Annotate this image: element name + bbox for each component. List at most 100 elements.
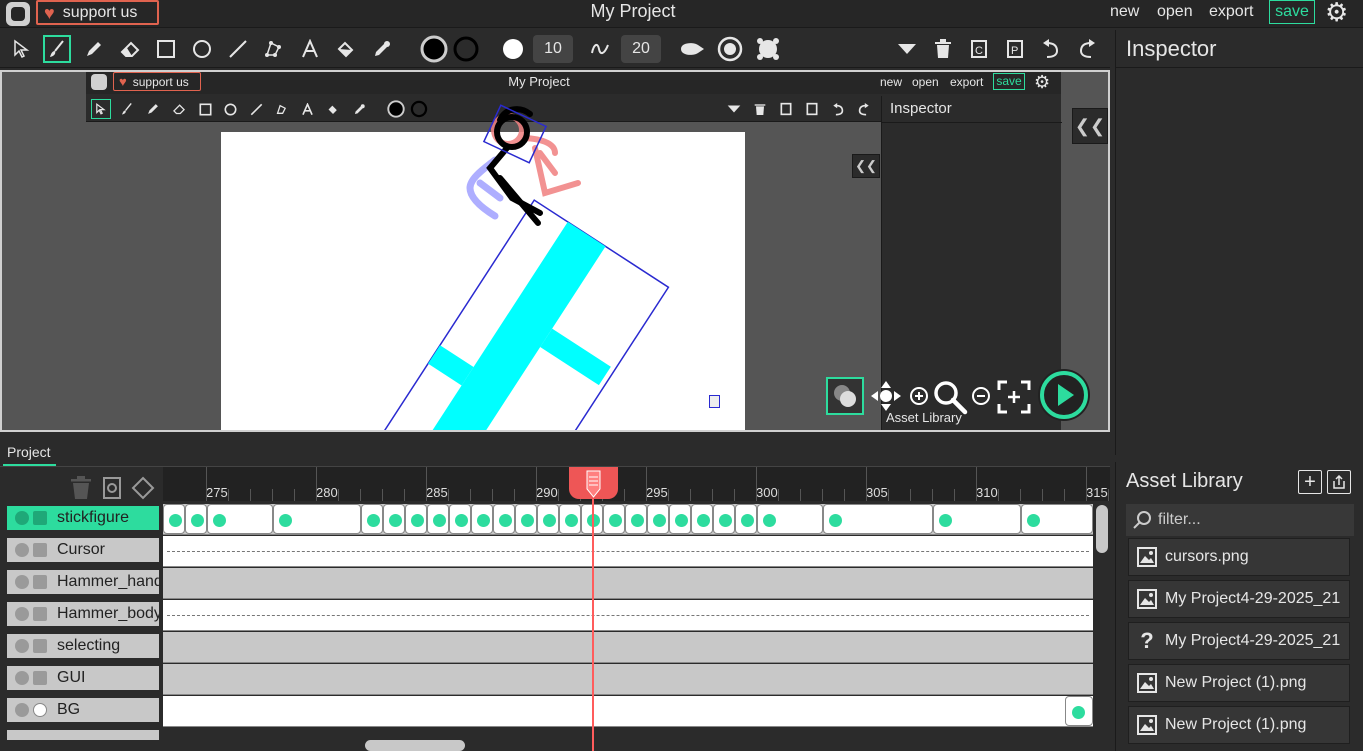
frame-cell[interactable] — [603, 504, 625, 534]
keyframe[interactable] — [411, 514, 424, 527]
layer-hammer-handle[interactable]: Hammer_handle — [7, 570, 159, 594]
frame-cell[interactable] — [185, 504, 207, 534]
stage-canvas[interactable]: ♥ support us My Project new open export … — [0, 70, 1110, 432]
layer-stickfigure[interactable]: stickfigure — [7, 506, 159, 530]
lock-icon[interactable] — [33, 671, 47, 685]
track-hammer-handle[interactable] — [163, 568, 1093, 599]
asset-item[interactable]: My Project4-29-2025_21 — [1128, 580, 1350, 618]
collapse-panel-icon[interactable]: ❮❮ — [1072, 108, 1108, 144]
keyframe[interactable] — [543, 514, 556, 527]
chevron-down-icon[interactable] — [893, 35, 921, 63]
menu-new[interactable]: new — [1110, 3, 1139, 21]
playhead-handle[interactable] — [569, 467, 618, 499]
frame-cell[interactable] — [559, 504, 581, 534]
eye-icon[interactable] — [15, 671, 29, 685]
lock-icon[interactable] — [33, 543, 47, 557]
keyframe[interactable] — [939, 514, 952, 527]
eye-icon[interactable] — [15, 607, 29, 621]
frame-cell[interactable] — [471, 504, 493, 534]
track-cursor[interactable] — [163, 536, 1093, 567]
frame-cell[interactable] — [625, 504, 647, 534]
keyframe[interactable] — [389, 514, 402, 527]
fill-color-swatch[interactable] — [420, 35, 448, 63]
asset-item[interactable]: New Project (1).png — [1128, 664, 1350, 702]
eye-icon[interactable] — [15, 575, 29, 589]
tab-project[interactable]: Project — [3, 440, 56, 466]
frame-cell[interactable] — [449, 504, 471, 534]
keyframe[interactable] — [367, 514, 380, 527]
keyframe[interactable] — [191, 514, 204, 527]
vertical-scrollbar[interactable] — [1096, 505, 1108, 553]
keyframe[interactable] — [213, 514, 226, 527]
pencil-icon[interactable] — [80, 35, 108, 63]
keyframe[interactable] — [433, 514, 446, 527]
layer-cursor[interactable]: Cursor — [7, 538, 159, 562]
keyframe[interactable] — [499, 514, 512, 527]
frame-cell[interactable] — [933, 504, 1021, 534]
lock-icon[interactable] — [33, 703, 47, 717]
keyframe[interactable] — [719, 514, 732, 527]
frame-cell[interactable] — [207, 504, 273, 534]
track-selecting[interactable] — [163, 632, 1093, 663]
keyframe[interactable] — [763, 514, 776, 527]
frame-cell[interactable] — [405, 504, 427, 534]
layer-partial[interactable] — [7, 730, 159, 740]
eyedropper-icon[interactable] — [368, 35, 396, 63]
gear-icon[interactable]: ⚙ — [1325, 0, 1353, 26]
undo-icon[interactable] — [1037, 35, 1065, 63]
fill-shape-icon[interactable] — [676, 35, 708, 63]
keyframe[interactable] — [521, 514, 534, 527]
asset-filter-input[interactable]: filter... — [1126, 504, 1354, 536]
layer-selecting[interactable]: selecting — [7, 634, 159, 658]
frame-cell[interactable] — [1065, 696, 1093, 726]
keyframe[interactable] — [455, 514, 468, 527]
keyframe[interactable] — [631, 514, 644, 527]
keyframe[interactable] — [829, 514, 842, 527]
frame-cell[interactable] — [713, 504, 735, 534]
frame-cell[interactable] — [669, 504, 691, 534]
keyframe[interactable] — [697, 514, 710, 527]
frame-cell[interactable] — [361, 504, 383, 534]
keyframe[interactable] — [565, 514, 578, 527]
lock-icon[interactable] — [33, 639, 47, 653]
eye-icon[interactable] — [15, 543, 29, 557]
keyframe-icon[interactable] — [131, 476, 155, 500]
layer-hammer-body[interactable]: Hammer_body — [7, 602, 159, 626]
paste-icon[interactable]: P — [1001, 35, 1029, 63]
frame-ruler[interactable]: 275 280 285 290 295 300 305 310 315 — [163, 467, 1110, 501]
keyframe[interactable] — [675, 514, 688, 527]
frame-cell[interactable] — [537, 504, 559, 534]
eye-icon[interactable] — [15, 639, 29, 653]
select-transform-icon[interactable] — [8, 35, 36, 63]
keyframe[interactable] — [1027, 514, 1040, 527]
smoothing-input[interactable]: 20 — [621, 35, 661, 63]
import-asset-button[interactable] — [1327, 470, 1351, 494]
keyframe[interactable] — [609, 514, 622, 527]
track-stickfigure[interactable] — [163, 504, 1093, 535]
frame-cell[interactable] — [493, 504, 515, 534]
lock-icon[interactable] — [33, 575, 47, 589]
copy-icon[interactable]: C — [965, 35, 993, 63]
frame-cell[interactable] — [757, 504, 823, 534]
add-asset-button[interactable]: + — [1298, 470, 1322, 494]
frame-cell[interactable] — [1021, 504, 1093, 534]
delete-layer-icon[interactable] — [70, 476, 94, 500]
trash-icon[interactable] — [929, 35, 957, 63]
menu-open[interactable]: open — [1157, 3, 1193, 21]
frame-cell[interactable] — [383, 504, 405, 534]
layer-bg[interactable]: BG — [7, 698, 159, 722]
rectangle-icon[interactable] — [152, 35, 180, 63]
eye-icon[interactable] — [15, 703, 29, 717]
save-button[interactable]: save — [1269, 0, 1315, 24]
keyframe[interactable] — [741, 514, 754, 527]
frame-cell[interactable] — [691, 504, 713, 534]
lock-icon[interactable] — [33, 511, 47, 525]
frame-cell[interactable] — [735, 504, 757, 534]
frame-cell[interactable] — [515, 504, 537, 534]
track-gui[interactable] — [163, 664, 1093, 695]
asset-item[interactable]: New Project (1).png — [1128, 706, 1350, 744]
record-icon[interactable] — [716, 35, 744, 63]
horizontal-scrollbar[interactable] — [365, 740, 465, 751]
redo-icon[interactable] — [1073, 35, 1101, 63]
asset-item[interactable]: cursors.png — [1128, 538, 1350, 576]
